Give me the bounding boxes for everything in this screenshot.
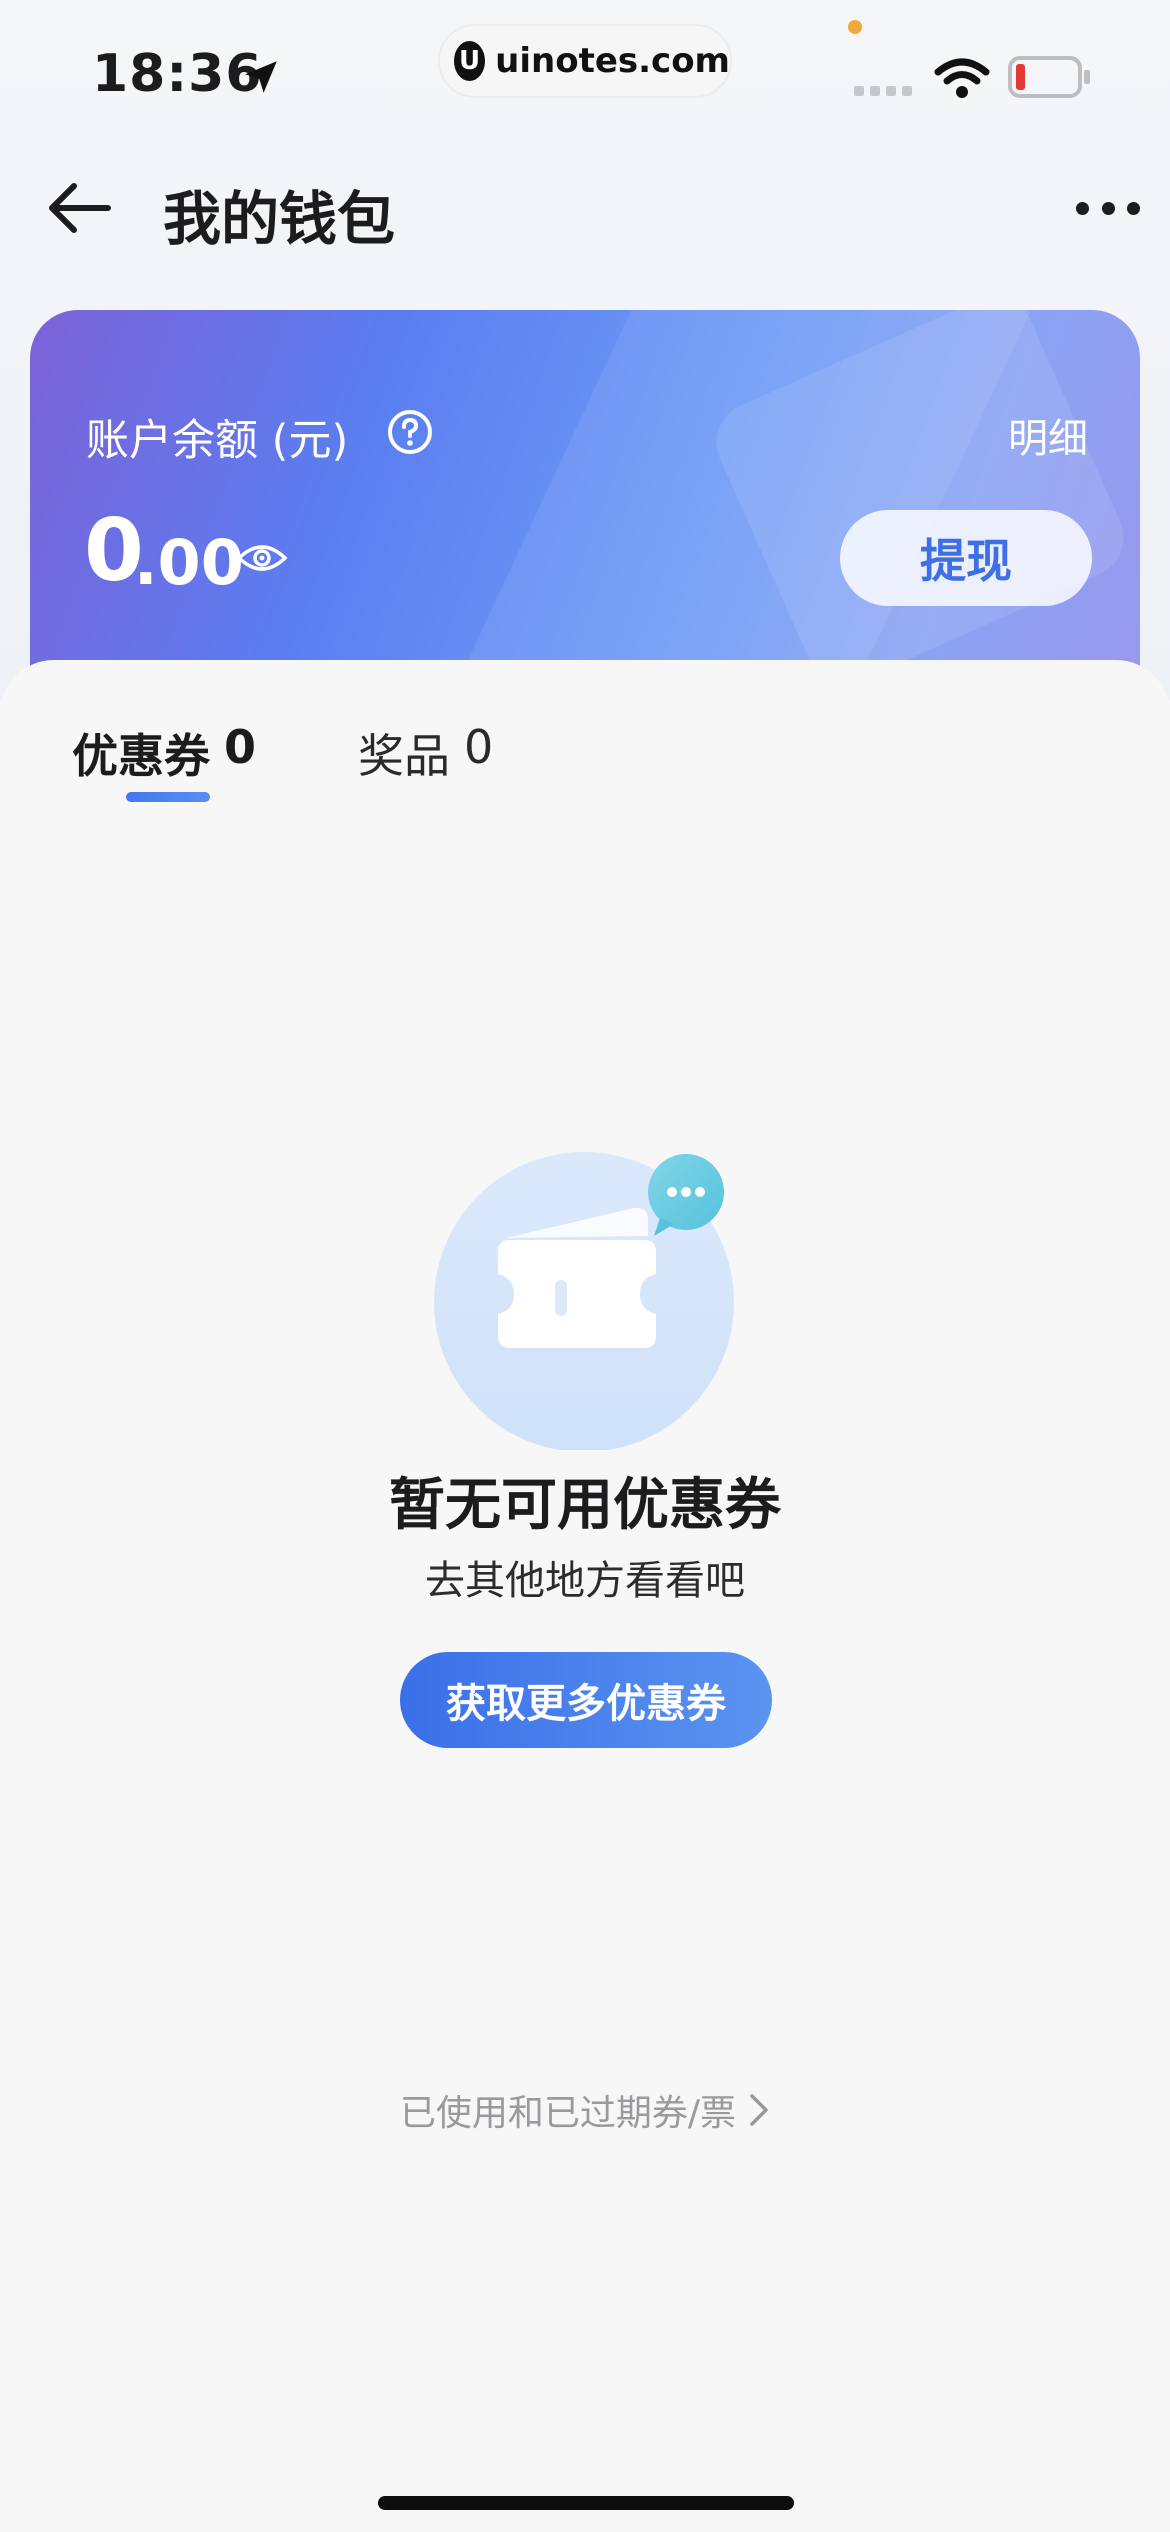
tab-coupons[interactable]: 优惠券 0: [72, 720, 256, 786]
tab-prizes-label: 奖品: [358, 729, 450, 783]
withdraw-button[interactable]: 提现: [840, 510, 1092, 606]
balance-label: 账户余额 (元): [86, 416, 349, 466]
wifi-icon: [934, 58, 990, 98]
detail-link[interactable]: 明细: [1008, 406, 1088, 464]
home-indicator[interactable]: [378, 2496, 794, 2510]
balance-amount-decimal: .00: [134, 526, 244, 599]
chevron-right-icon: [750, 2094, 768, 2126]
used-expired-coupons-label: 已使用和已过期券/票: [399, 2093, 737, 2134]
location-arrow-icon: [245, 61, 277, 93]
back-button[interactable]: [44, 172, 116, 244]
site-pill: U uinotes.com: [438, 24, 732, 98]
active-tab-indicator: [126, 792, 210, 802]
more-dot-icon: [1127, 201, 1140, 215]
more-dot-icon: [1101, 201, 1115, 215]
tab-coupons-label: 优惠券: [72, 729, 210, 783]
more-dot-icon: [1076, 201, 1089, 215]
empty-wallet-icon: [434, 1152, 734, 1450]
eye-icon[interactable]: [236, 540, 288, 576]
empty-state-subtitle: 去其他地方看看吧: [425, 1558, 745, 1604]
tab-prizes[interactable]: 奖品 0: [358, 720, 493, 786]
cellular-signal-icon: [854, 86, 912, 96]
empty-state-title: 暂无可用优惠券: [389, 1473, 781, 1538]
coupons-sheet: 优惠券 0 奖品 0 暂无可用优惠券 去其他地方看看吧 获取更多优惠券 已使用和…: [0, 660, 1170, 2532]
site-text: uinotes.com: [495, 41, 730, 81]
privacy-indicator-dot: [848, 20, 862, 34]
tab-prizes-count: 0: [464, 720, 494, 774]
used-expired-coupons-link[interactable]: 已使用和已过期券/票: [0, 2084, 1170, 2136]
page-title: 我的钱包: [163, 185, 396, 253]
question-circle-icon[interactable]: [386, 408, 434, 456]
balance-card: 账户余额 (元) 明细 0 .00 提现: [30, 310, 1140, 710]
get-more-coupons-button[interactable]: 获取更多优惠券: [400, 1652, 772, 1748]
status-bar: 18:36 U uinotes.com: [0, 0, 1170, 140]
tab-coupons-count: 0: [224, 720, 257, 774]
arrow-left-icon: [49, 183, 111, 233]
site-logo-icon: U: [454, 41, 486, 81]
status-time: 18:36: [92, 44, 263, 104]
more-options-button[interactable]: [1076, 196, 1140, 220]
battery-low-icon: [1008, 56, 1090, 98]
